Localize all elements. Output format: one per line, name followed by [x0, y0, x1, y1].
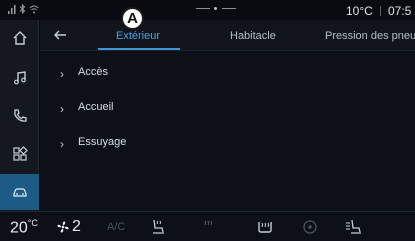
- climate-bar: 20°C 2 A/C: [0, 211, 415, 241]
- page-indicator: [196, 7, 236, 11]
- fan-icon: [57, 221, 69, 233]
- signal-icon: [8, 4, 16, 16]
- apps-icon: [12, 146, 28, 161]
- tab-pression-des-pneus[interactable]: Pression des pneus: [325, 30, 415, 42]
- back-arrow-icon[interactable]: [52, 28, 68, 42]
- list-item-label: Essuyage: [78, 136, 127, 148]
- sidebar-item-music[interactable]: [0, 60, 39, 96]
- sidebar-item-home[interactable]: [0, 20, 39, 56]
- list-item-acces[interactable]: › Accès: [40, 57, 415, 91]
- steering-wheel-heating-icon[interactable]: [255, 218, 275, 236]
- chevron-right-icon: ›: [60, 102, 64, 116]
- sidebar: [0, 20, 39, 211]
- sidebar-item-phone[interactable]: [0, 98, 39, 134]
- outside-temperature: 10°C: [346, 4, 373, 18]
- main-panel: Extérieur Habitacle Pression des pneus ›…: [40, 20, 415, 211]
- car-icon: [12, 188, 27, 197]
- status-bar: 10°C 07:5: [0, 0, 415, 20]
- list-item-label: Accès: [78, 66, 108, 78]
- seat-heating-icon[interactable]: [148, 218, 168, 236]
- temperature-setting[interactable]: 20°C: [10, 218, 38, 237]
- tab-bar: Extérieur Habitacle Pression des pneus: [40, 20, 415, 51]
- music-icon: [13, 71, 26, 85]
- steering-wheel-icon[interactable]: [300, 218, 320, 236]
- temperature-value: 20: [10, 219, 28, 237]
- steering-heating-level: [258, 236, 272, 238]
- status-separator: [380, 6, 381, 16]
- fan-speed-control[interactable]: 2: [56, 218, 81, 236]
- tab-exterieur[interactable]: Extérieur: [116, 30, 160, 42]
- list-item-accueil[interactable]: › Accueil: [40, 92, 415, 126]
- list-item-essuyage[interactable]: › Essuyage: [40, 127, 415, 161]
- chevron-right-icon: ›: [60, 67, 64, 81]
- seat-heating-level-icon[interactable]: [200, 218, 220, 236]
- bluetooth-icon: [19, 3, 26, 16]
- ac-button[interactable]: A/C: [107, 221, 125, 233]
- seat-heating-level: [151, 236, 165, 238]
- list-item-label: Accueil: [78, 101, 114, 113]
- active-tab-indicator: [98, 48, 180, 50]
- seat-ventilation-level: [347, 236, 361, 238]
- seat-ventilation-icon[interactable]: [344, 218, 364, 236]
- callout-marker: A: [121, 7, 144, 30]
- fan-level: 2: [72, 218, 81, 235]
- sidebar-item-vehicle[interactable]: [0, 174, 39, 210]
- sidebar-item-apps[interactable]: [0, 136, 39, 172]
- clock: 07:5: [388, 4, 412, 18]
- phone-icon: [13, 109, 27, 122]
- tab-habitacle[interactable]: Habitacle: [230, 30, 276, 42]
- chevron-right-icon: ›: [60, 137, 64, 151]
- wifi-icon: [29, 5, 39, 16]
- home-icon: [13, 31, 26, 45]
- temperature-unit: °C: [27, 218, 38, 228]
- status-icons: [8, 3, 39, 16]
